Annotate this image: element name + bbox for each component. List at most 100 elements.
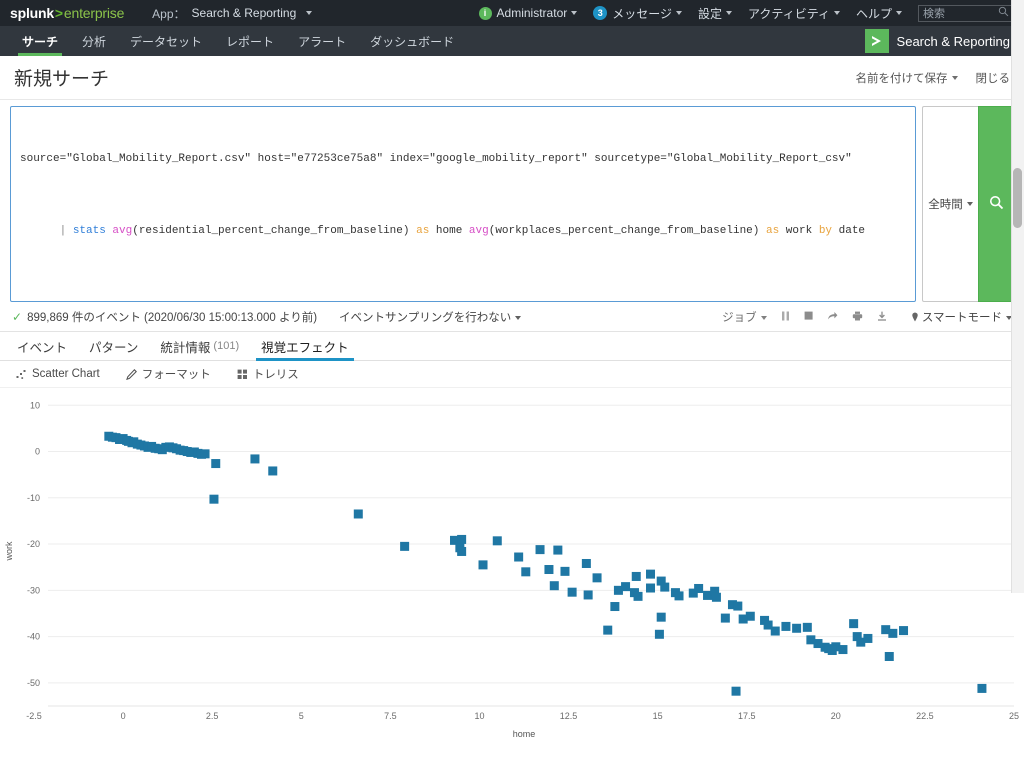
appnav-tab-datasets[interactable]: データセット <box>118 26 214 56</box>
app-badge-label: Search & Reporting <box>896 33 1010 49</box>
scatter-point[interactable] <box>888 628 898 638</box>
scatter-point[interactable] <box>603 625 613 635</box>
save-as-button[interactable]: 名前を付けて保存 <box>856 70 958 86</box>
scatter-point[interactable] <box>211 459 221 469</box>
scatter-point[interactable] <box>738 614 748 624</box>
query-token-keyword: as <box>416 225 436 237</box>
scatter-point[interactable] <box>631 571 641 581</box>
scatter-point[interactable] <box>646 583 656 593</box>
scatter-point[interactable] <box>633 591 643 601</box>
scatter-point[interactable] <box>492 536 502 546</box>
scatter-point[interactable] <box>621 582 631 592</box>
format-button[interactable]: フォーマット <box>125 366 211 382</box>
scatter-point[interactable] <box>592 573 602 583</box>
nav-messages-menu[interactable]: 3 メッセージ <box>593 5 682 22</box>
scatter-point[interactable] <box>781 621 791 631</box>
global-search-box[interactable]: 検索 <box>918 4 1014 22</box>
scatter-point[interactable] <box>731 686 741 696</box>
tab-statistics[interactable]: 統計情報 (101) <box>149 332 250 360</box>
scatter-point[interactable] <box>553 545 563 555</box>
search-icon <box>989 195 1004 213</box>
scatter-point[interactable] <box>610 602 620 612</box>
scatter-point[interactable] <box>567 587 577 597</box>
query-token-arg: (workplaces_percent_change_from_baseline… <box>488 225 766 237</box>
scatter-point[interactable] <box>209 494 219 504</box>
scatter-point[interactable] <box>457 546 467 556</box>
scatter-point[interactable] <box>694 583 704 593</box>
share-icon[interactable] <box>827 311 838 324</box>
scatter-point[interactable] <box>478 560 488 570</box>
global-search-placeholder: 検索 <box>923 8 945 20</box>
scatter-point[interactable] <box>457 534 467 544</box>
nav-user-menu[interactable]: i Administrator <box>478 6 578 20</box>
close-button[interactable]: 閉じる <box>976 70 1011 86</box>
run-search-button[interactable] <box>978 106 1014 302</box>
nav-settings-menu[interactable]: 設定 <box>698 5 733 22</box>
x-axis-tick-label: 0 <box>121 711 126 721</box>
nav-help-menu[interactable]: ヘルプ <box>856 5 902 22</box>
pause-icon[interactable] <box>781 311 790 324</box>
event-sampling-label: イベントサンプリングを行わない <box>339 312 512 324</box>
scatter-point[interactable] <box>656 612 666 622</box>
scatter-point[interactable] <box>560 566 570 576</box>
search-mode-selector[interactable]: スマートモード <box>911 309 1012 325</box>
scatter-point[interactable] <box>711 592 721 602</box>
scatter-point[interactable] <box>400 541 410 551</box>
scatter-point[interactable] <box>899 626 909 636</box>
logo-separator: > <box>54 5 63 21</box>
scatter-point[interactable] <box>733 601 743 611</box>
scatter-point[interactable] <box>654 629 664 639</box>
appnav-tab-alerts[interactable]: アラート <box>286 26 358 56</box>
scatter-chart[interactable]: 10 0 -10 -20 -30 -40 -50 -2.5 0 2.5 5 7.5 10 12.5 15 1… <box>0 388 1024 766</box>
query-token-keyword: by <box>818 225 839 237</box>
event-sampling-dropdown[interactable]: イベントサンプリングを行わない <box>339 309 522 325</box>
export-icon[interactable] <box>877 311 887 324</box>
scatter-point[interactable] <box>353 509 363 519</box>
chevron-down-icon <box>833 11 840 15</box>
time-range-picker[interactable]: 全時間 <box>922 106 978 302</box>
scatter-point[interactable] <box>863 633 873 643</box>
print-icon[interactable] <box>852 311 863 324</box>
appnav-tab-dashboards[interactable]: ダッシュボード <box>358 26 466 56</box>
scatter-point[interactable] <box>849 619 859 629</box>
scatter-point[interactable] <box>660 582 670 592</box>
scrollbar-thumb[interactable] <box>1013 168 1022 228</box>
trellis-button[interactable]: トレリス <box>237 366 299 382</box>
scatter-point[interactable] <box>770 626 780 636</box>
search-query-input[interactable]: source="Global_Mobility_Report.csv" host… <box>10 106 916 302</box>
stop-icon[interactable] <box>804 311 813 324</box>
appnav-tab-analytics[interactable]: 分析 <box>70 26 118 56</box>
chart-type-selector[interactable]: Scatter Chart <box>16 368 100 380</box>
scatter-point[interactable] <box>544 565 554 575</box>
app-selector[interactable]: App： Search & Reporting <box>152 5 313 22</box>
scatter-point[interactable] <box>802 622 812 632</box>
scatter-point[interactable] <box>646 569 656 579</box>
scatter-point[interactable] <box>792 623 802 633</box>
logo-splunk-text: splunk <box>10 5 54 21</box>
scatter-point[interactable] <box>827 645 837 655</box>
scatter-point[interactable] <box>521 567 531 577</box>
scatter-point[interactable] <box>514 552 524 562</box>
scatter-point[interactable] <box>200 449 210 459</box>
page-scrollbar[interactable] <box>1011 0 1024 593</box>
appnav-tab-reports[interactable]: レポート <box>214 26 286 56</box>
scatter-point[interactable] <box>720 613 730 623</box>
job-menu-button[interactable]: ジョブ <box>722 309 767 325</box>
scatter-point[interactable] <box>884 651 894 661</box>
scatter-point[interactable] <box>977 683 987 693</box>
tab-events[interactable]: イベント <box>6 332 78 360</box>
scatter-point[interactable] <box>268 466 278 476</box>
scatter-point[interactable] <box>549 581 559 591</box>
scatter-point[interactable] <box>250 454 260 464</box>
result-tabs: イベント パターン 統計情報 (101) 視覚エフェクト <box>0 332 1024 361</box>
scatter-point[interactable] <box>838 645 848 655</box>
nav-activity-menu[interactable]: アクティビティ <box>748 5 840 22</box>
scatter-point[interactable] <box>581 558 591 568</box>
splunk-logo[interactable]: splunk > enterprise <box>10 5 124 21</box>
scatter-point[interactable] <box>535 545 545 555</box>
tab-visualization[interactable]: 視覚エフェクト <box>250 332 360 361</box>
tab-patterns[interactable]: パターン <box>78 332 149 360</box>
scatter-point[interactable] <box>583 590 593 600</box>
appnav-tab-search[interactable]: サーチ <box>10 26 70 56</box>
app-badge[interactable]: Search & Reporting <box>864 26 1014 56</box>
